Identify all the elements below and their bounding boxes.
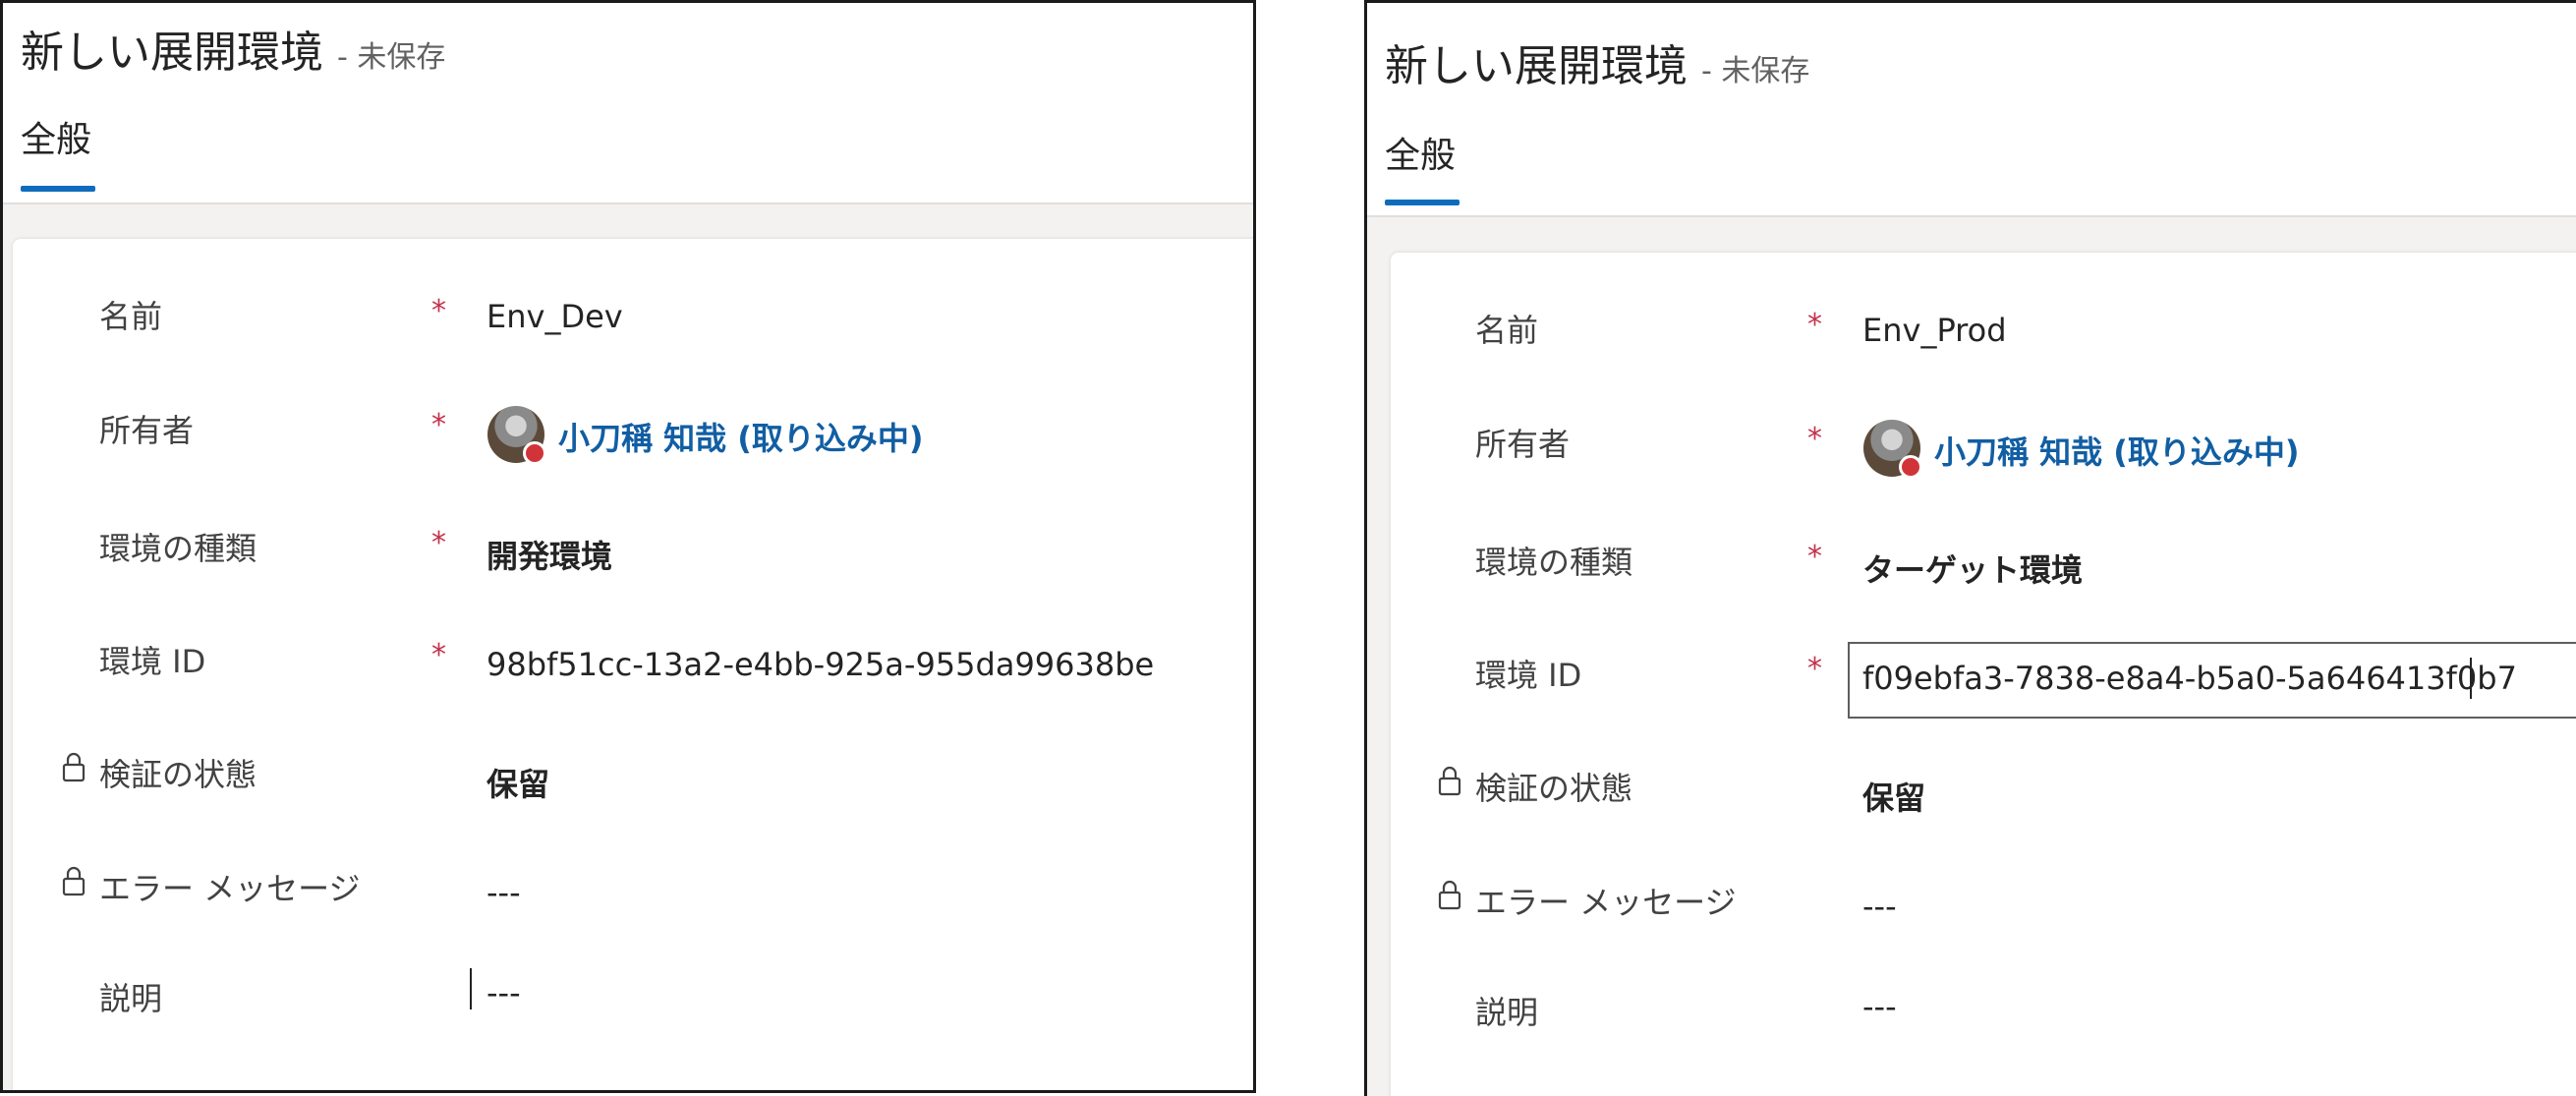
owner-link[interactable]: 小刀稱 知哉 (取り込み中) [1934,428,2300,473]
environment-type-value[interactable]: 開発環境 [487,532,612,577]
text-cursor [2470,658,2472,699]
environment-type-value[interactable]: ターゲット環境 [1862,546,2083,591]
required-marker: * [431,638,446,672]
presence-busy-icon [523,441,546,465]
required-marker: * [1807,308,1822,342]
save-status: - 未保存 [1701,54,1810,88]
field-label-environment-type: 環境の種類 [1475,544,1633,581]
form-title: 新しい展開環境 [1385,41,1688,91]
lock-icon [62,752,86,782]
required-marker: * [1807,422,1822,456]
field-label-description: 説明 [1475,994,1539,1031]
tab-general[interactable]: 全般 [1385,127,1456,178]
tab-selected-indicator [1385,200,1460,205]
field-label-name: 名前 [99,298,163,335]
description-value[interactable]: --- [487,974,521,1011]
field-label-environment-id: 環境 ID [99,643,206,680]
required-marker: * [431,408,446,442]
lock-icon [1438,880,1461,910]
owner-link[interactable]: 小刀稱 知哉 (取り込み中) [558,414,924,459]
form-title: 新しい展開環境 [21,28,323,78]
avatar[interactable] [1863,420,1922,479]
name-value[interactable]: Env_Dev [487,298,623,335]
form-panel-dev: 新しい展開環境 - 未保存 全般 名前 * Env_Dev 所有者 * 小刀稱 … [0,0,1256,1093]
validation-status-value: 保留 [1862,779,1926,817]
form-header: 新しい展開環境 - 未保存 全般 [1367,3,2576,217]
required-marker: * [1807,540,1822,574]
environment-id-value[interactable]: 98bf51cc-13a2-e4bb-925a-955da99638be [487,646,1154,683]
required-marker: * [431,526,446,560]
form-card: 名前 * Env_Prod 所有者 * 小刀稱 知哉 (取り込み中) 環境の種類… [1391,253,2576,1096]
tab-selected-indicator [21,186,95,192]
form-card: 名前 * Env_Dev 所有者 * 小刀稱 知哉 (取り込み中) 環境の種類 … [13,239,1253,1090]
form-title-row: 新しい展開環境 - 未保存 [21,17,445,80]
field-label-error-message: エラー メッセージ [99,870,361,907]
tab-general[interactable]: 全般 [21,111,91,162]
avatar[interactable] [487,406,546,465]
field-label-environment-type: 環境の種類 [99,530,258,567]
error-message-value: --- [1862,888,1897,925]
form-title-row: 新しい展開環境 - 未保存 [1385,30,1809,93]
save-status: - 未保存 [337,40,446,75]
environment-id-value[interactable]: f09ebfa3-7838-e8a4-b5a0-5a646413f0b7 [1862,660,2517,697]
text-cursor [470,968,472,1009]
form-panel-prod: 新しい展開環境 - 未保存 全般 名前 * Env_Prod 所有者 * 小刀稱… [1364,0,2576,1096]
required-marker: * [431,294,446,328]
field-label-description: 説明 [99,980,163,1017]
field-label-owner: 所有者 [1475,426,1571,463]
field-label-validation-status: 検証の状態 [99,756,258,793]
name-value[interactable]: Env_Prod [1862,312,2007,349]
lock-icon [1438,766,1461,796]
field-label-name: 名前 [1475,312,1539,349]
error-message-value: --- [487,874,521,911]
validation-status-value: 保留 [487,766,550,803]
field-label-owner: 所有者 [99,412,195,449]
presence-busy-icon [1899,455,1922,479]
required-marker: * [1807,652,1822,686]
lock-icon [62,866,86,896]
field-label-error-message: エラー メッセージ [1475,884,1737,921]
description-value[interactable]: --- [1862,988,1897,1025]
form-header: 新しい展開環境 - 未保存 全般 [3,3,1253,204]
field-label-environment-id: 環境 ID [1475,657,1582,694]
field-label-validation-status: 検証の状態 [1475,770,1633,807]
